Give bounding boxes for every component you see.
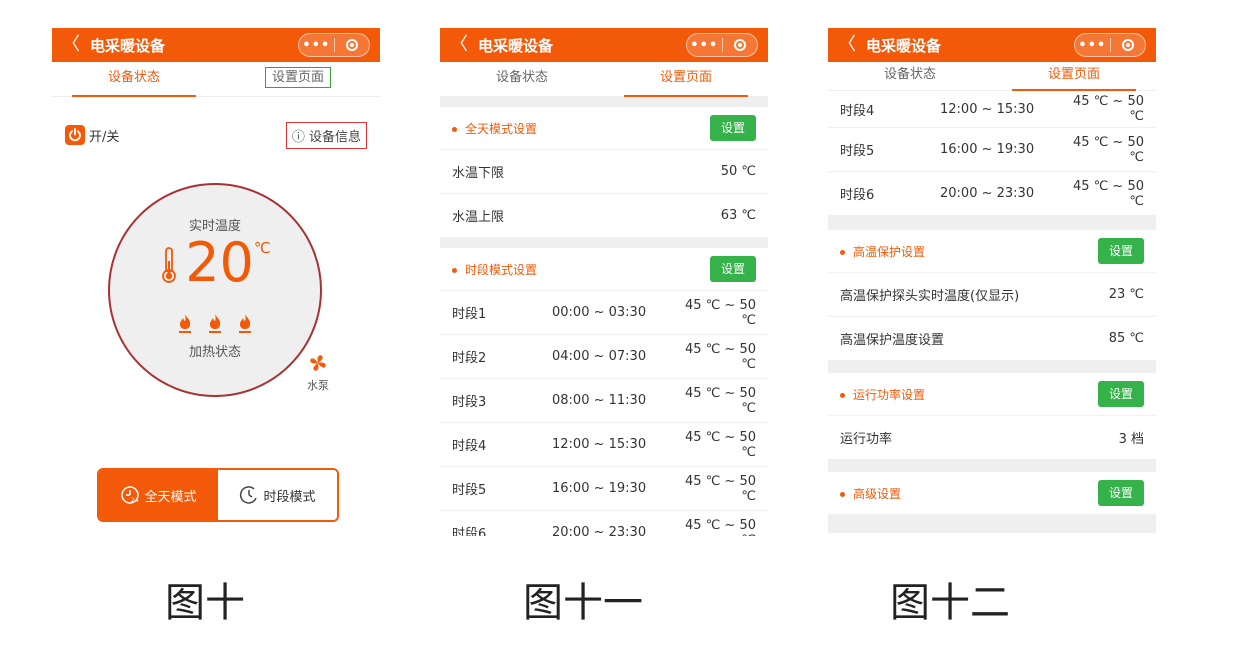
period-row[interactable]: 时段620:00 ~ 23:3045 ℃ ~ 50 ℃ xyxy=(828,172,1156,216)
back-icon[interactable]: 〈 xyxy=(838,36,856,54)
nav-bar: 〈 电采暖设备 ••• xyxy=(52,28,380,62)
period-row[interactable]: 时段3 08:00 ~ 11:30 45 ℃ ~ 50 ℃ xyxy=(440,379,768,423)
power-row[interactable]: 运行功率 3 档 xyxy=(828,416,1156,460)
tab-bar: 设备状态 设置页面 xyxy=(440,62,768,97)
protect-temp-row[interactable]: 高温保护温度设置 85 ℃ xyxy=(828,317,1156,361)
period-row[interactable]: 时段5 16:00 ~ 19:30 45 ℃ ~ 50 ℃ xyxy=(828,128,1156,172)
mini-program-capsule: ••• xyxy=(686,33,758,57)
back-icon[interactable]: 〈 xyxy=(450,36,468,54)
screen-settings-2: 〈 电采暖设备 ••• 设备状态 设置页面 时段4 12:00 ~ 15:30 45… xyxy=(828,28,1156,536)
tab-bar: 设备状态 设置页面 xyxy=(52,62,380,97)
power-set-button[interactable]: 设置 xyxy=(1098,381,1144,407)
period-row[interactable]: 时段1 00:00 ~ 03:30 45 ℃ ~ 50 ℃ xyxy=(440,291,768,335)
period-row[interactable]: 时段4 12:00 ~ 15:30 45 ℃ ~ 50 ℃ xyxy=(440,423,768,467)
device-info-button[interactable]: ⓘ 设备信息 xyxy=(285,121,367,149)
nav-bar: 〈 电采暖设备 ••• xyxy=(440,28,768,62)
flame-icon xyxy=(209,314,221,333)
svg-text:24: 24 xyxy=(131,497,139,504)
app-title: 电采暖设备 xyxy=(478,36,554,55)
section-power: 运行功率设置 设置 xyxy=(828,373,1156,416)
more-icon[interactable]: ••• xyxy=(299,38,334,53)
section-fullday: 全天模式设置 设置 xyxy=(440,107,768,150)
section-advanced: 高级设置 设置 xyxy=(828,472,1156,515)
clock-24-icon: 24 xyxy=(121,486,139,504)
tab-device-status[interactable]: 设备状态 xyxy=(440,62,604,96)
tab-bar: 设备状态 设置页面 xyxy=(828,62,1156,91)
more-icon[interactable]: ••• xyxy=(1075,38,1110,53)
fullday-mode-button[interactable]: 24 全天模式 xyxy=(99,470,218,520)
period-row[interactable]: 时段5 16:00 ~ 19:30 45 ℃ ~ 50 ℃ xyxy=(440,467,768,511)
current-temperature: 20 xyxy=(185,231,254,294)
power-label: 开/关 xyxy=(89,129,120,145)
app-title: 电采暖设备 xyxy=(90,36,166,55)
water-min-row[interactable]: 水温下限 50 ℃ xyxy=(440,150,768,194)
thermometer-icon xyxy=(162,247,177,283)
close-target-icon[interactable] xyxy=(335,39,370,51)
period-row[interactable]: 时段620:00 ~ 23:3045 ℃ ~ 50 ℃ xyxy=(440,511,768,537)
temperature-unit: ℃ xyxy=(253,239,271,257)
power-toggle[interactable]: 开/关 xyxy=(65,125,119,145)
probe-temp-row: 高温保护探头实时温度(仅显示) 23 ℃ xyxy=(828,273,1156,317)
water-max-row[interactable]: 水温上限 63 ℃ xyxy=(440,194,768,238)
fullday-set-button[interactable]: 设置 xyxy=(710,115,756,141)
tab-device-status[interactable]: 设备状态 xyxy=(828,62,992,90)
pump-label: 水泵 xyxy=(307,379,329,392)
period-row[interactable]: 时段2 04:00 ~ 07:30 45 ℃ ~ 50 ℃ xyxy=(440,335,768,379)
app-title: 电采暖设备 xyxy=(866,36,942,55)
tab-settings[interactable]: 设置页面 xyxy=(992,62,1156,91)
tab-settings[interactable]: 设置页面 xyxy=(604,62,768,97)
tab-device-status[interactable]: 设备状态 xyxy=(52,62,216,97)
pump-indicator: 水泵 xyxy=(307,352,329,393)
back-icon[interactable]: 〈 xyxy=(62,36,80,54)
temperature-dial: 实时温度 20 ℃ 加热状态 xyxy=(108,183,322,397)
period-mode-button[interactable]: 时段模式 xyxy=(218,470,337,520)
figure-caption-10: 图十 xyxy=(165,580,245,626)
high-temp-set-button[interactable]: 设置 xyxy=(1098,238,1144,264)
more-icon[interactable]: ••• xyxy=(687,38,722,53)
heating-indicators xyxy=(110,313,320,333)
screen-settings-1: 〈 电采暖设备 ••• 设备状态 设置页面 全天模式设置 设置 水温下限 50 ℃… xyxy=(440,28,768,536)
advanced-set-button[interactable]: 设置 xyxy=(1098,480,1144,506)
tab-settings[interactable]: 设置页面 xyxy=(216,62,380,96)
flame-icon xyxy=(179,314,191,333)
close-target-icon[interactable] xyxy=(723,39,758,51)
fan-icon xyxy=(310,355,326,371)
flame-icon xyxy=(239,314,251,333)
period-row[interactable]: 时段4 12:00 ~ 15:30 45 ℃ ~ 50 ℃ xyxy=(828,91,1156,128)
power-icon[interactable] xyxy=(65,125,85,145)
screen-device-status: 〈 电采暖设备 ••• 设备状态 设置页面 开/关 ⓘ 设备信息 实时温度 20… xyxy=(52,28,380,536)
period-set-button[interactable]: 设置 xyxy=(710,256,756,282)
heating-status-label: 加热状态 xyxy=(188,345,241,360)
mini-program-capsule: ••• xyxy=(1074,33,1146,57)
mode-switch: 24 全天模式 时段模式 xyxy=(97,468,339,522)
clock-icon xyxy=(240,486,258,504)
section-period: 时段模式设置 设置 xyxy=(440,248,768,291)
section-high-temp: 高温保护设置 设置 xyxy=(828,230,1156,273)
mini-program-capsule: ••• xyxy=(298,33,370,57)
figure-caption-12: 图十二 xyxy=(890,580,1010,626)
nav-bar: 〈 电采暖设备 ••• xyxy=(828,28,1156,62)
close-target-icon[interactable] xyxy=(1111,39,1146,51)
figure-caption-11: 图十一 xyxy=(523,580,643,626)
